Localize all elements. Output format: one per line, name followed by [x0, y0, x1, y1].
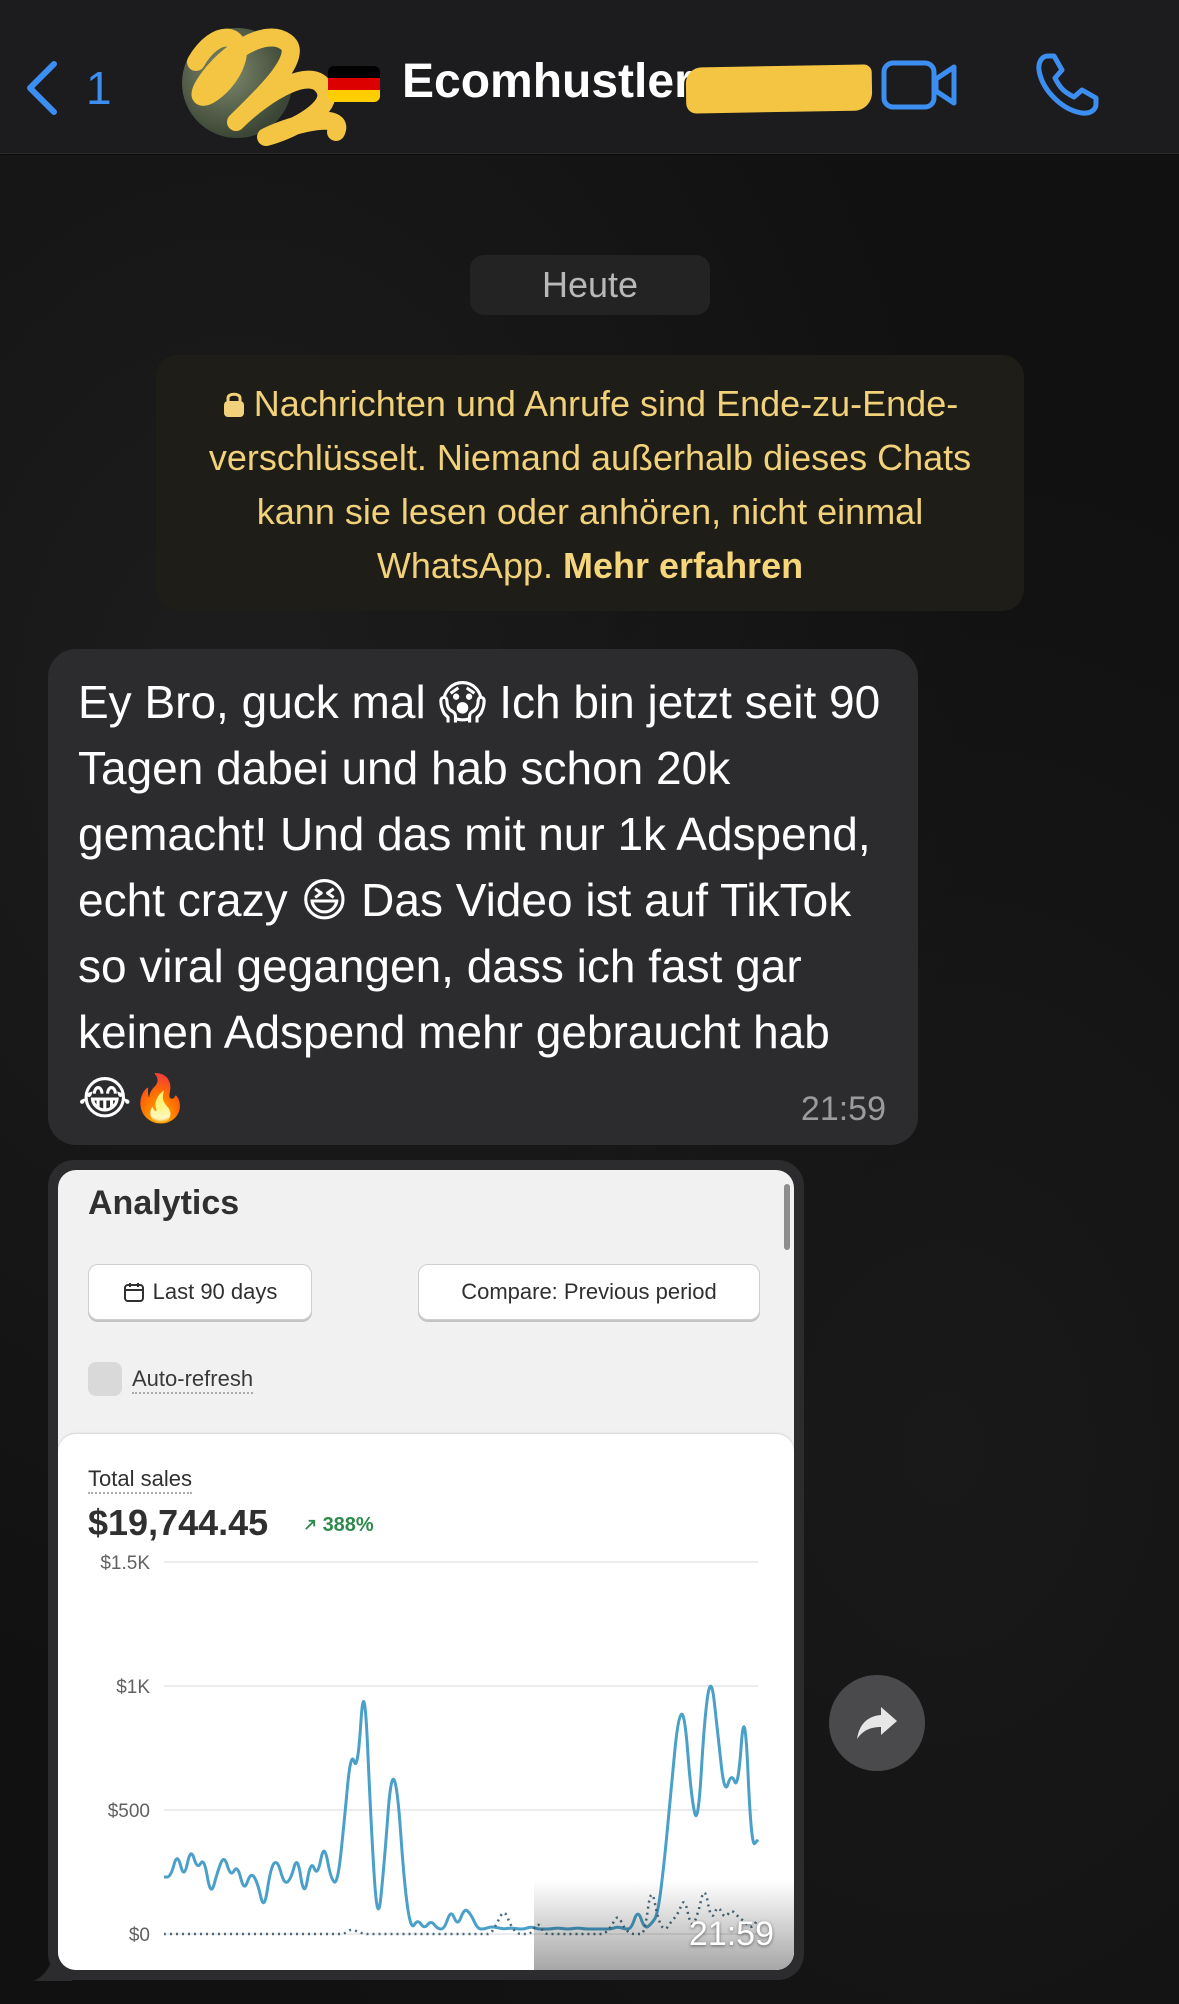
back-button[interactable]: 1 [22, 58, 132, 118]
encryption-notice[interactable]: Nachrichten und Anrufe sind Ende-zu-Ende… [156, 355, 1024, 611]
message-bubble[interactable]: Ey Bro, guck mal 😱 Ich bin jetzt seit 90… [48, 649, 918, 1145]
auto-refresh-label: Auto-refresh [132, 1366, 254, 1394]
date-range-label: Last 90 days [152, 1279, 278, 1304]
calendar-icon [123, 1283, 144, 1302]
image-message-bubble[interactable]: Analytics Last 90 days Compare: Previous… [48, 1160, 804, 1980]
y-tick-label: $1K [116, 1677, 150, 1698]
auto-refresh-checkbox [88, 1362, 122, 1396]
unread-count: 1 [86, 62, 112, 114]
message-text: Ey Bro, guck mal 😱 Ich bin jetzt seit 90… [78, 676, 881, 1124]
chevron-left-icon [27, 61, 57, 115]
chat-area[interactable]: Heute Nachrichten und Anrufe sind Ende-z… [0, 155, 1179, 2004]
compare-button: Compare: Previous period [418, 1264, 760, 1320]
forward-button[interactable] [829, 1675, 925, 1771]
analytics-screenshot[interactable]: Analytics Last 90 days Compare: Previous… [58, 1170, 794, 1970]
german-flag-icon [328, 66, 380, 102]
y-tick-label: $0 [129, 1925, 150, 1946]
date-range-button: Last 90 days [88, 1264, 312, 1320]
y-tick-label: $500 [108, 1801, 150, 1822]
encryption-notice-text: Nachrichten und Anrufe sind Ende-zu-Ende… [186, 377, 994, 593]
name-redaction-mark [685, 64, 873, 114]
message-time: 21:59 [800, 1090, 886, 1128]
lock-icon [223, 392, 244, 417]
learn-more-link[interactable]: Mehr erfahren [563, 545, 803, 586]
scrollbar [784, 1184, 790, 1250]
y-tick-label: $1.5K [100, 1553, 150, 1574]
phone-icon[interactable] [1032, 50, 1102, 120]
video-camera-icon[interactable] [880, 55, 960, 115]
chat-header: 1 Ecomhustler [0, 0, 1179, 154]
date-separator: Heute [470, 255, 710, 315]
forward-arrow-icon [857, 1707, 897, 1739]
contact-name[interactable]: Ecomhustler [402, 54, 693, 109]
analytics-title: Analytics [88, 1184, 240, 1222]
compare-label: Compare: Previous period [461, 1279, 717, 1304]
image-time: 21:59 [688, 1915, 774, 1953]
